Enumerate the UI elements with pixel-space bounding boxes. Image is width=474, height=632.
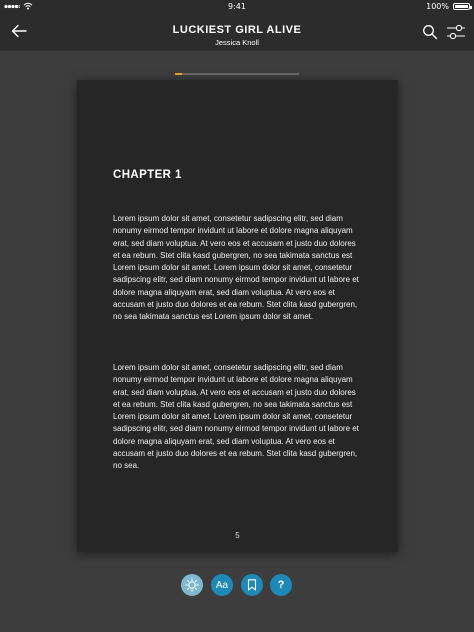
page-number: 5	[235, 531, 240, 540]
brightness-button[interactable]	[181, 574, 203, 596]
sliders-icon	[447, 24, 465, 40]
reader-toolbar: Aa ?	[0, 574, 474, 598]
book-title: LUCKIEST GIRL ALIVE	[172, 24, 302, 36]
book-author: Jessica Knoll	[215, 38, 259, 47]
chapter-title: CHAPTER 1	[113, 169, 182, 181]
status-bar: 9:41 100%	[0, 0, 474, 13]
battery-icon	[453, 3, 472, 10]
help-button[interactable]: ?	[270, 574, 292, 596]
reading-progress-fill	[175, 73, 183, 75]
font-size-button[interactable]: Aa	[211, 574, 233, 596]
help-icon: ?	[277, 579, 285, 591]
paragraph-1: Lorem ipsum dolor sit amet, consetetur s…	[113, 214, 359, 322]
bookmark-icon	[247, 579, 257, 591]
battery-percentage: 100%	[426, 2, 449, 11]
top-navigation-bar: LUCKIEST GIRL ALIVE Jessica Knoll	[0, 13, 474, 51]
display-settings-button[interactable]	[446, 23, 466, 41]
search-button[interactable]	[422, 24, 438, 40]
status-right: 100%	[426, 2, 472, 11]
book-page: CHAPTER 1 Lorem ipsum dolor sit amet, co…	[77, 80, 398, 552]
title-block: LUCKIEST GIRL ALIVE Jessica Knoll	[0, 24, 474, 47]
font-size-icon: Aa	[215, 579, 229, 591]
brightness-icon	[185, 578, 199, 592]
paragraph-2: Lorem ipsum dolor sit amet, consetetur s…	[113, 363, 359, 471]
bookmark-button[interactable]	[241, 574, 263, 596]
status-time: 9:41	[228, 2, 246, 11]
search-icon	[423, 25, 438, 40]
reading-progress-bar[interactable]	[175, 73, 299, 75]
